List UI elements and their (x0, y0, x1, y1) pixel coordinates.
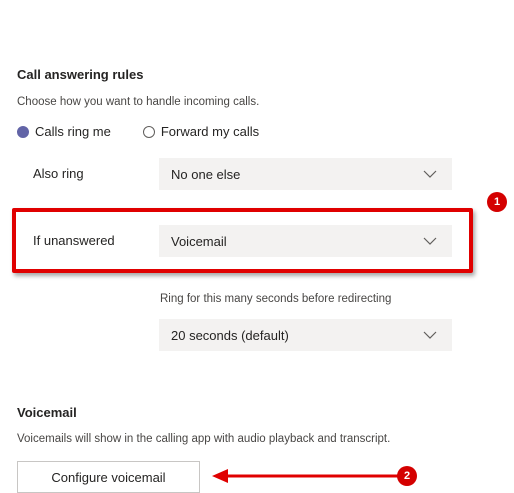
dropdown-value: Voicemail (171, 233, 227, 249)
also-ring-dropdown[interactable]: No one else (159, 158, 452, 190)
radio-checked-icon (17, 125, 29, 138)
dropdown-value: No one else (171, 166, 241, 182)
arrow-left-icon (212, 469, 398, 483)
call-answering-description: Choose how you want to handle incoming c… (17, 96, 260, 108)
radio-label: Forward my calls (160, 124, 260, 139)
chevron-down-icon (422, 327, 438, 343)
voicemail-description: Voicemails will show in the calling app … (17, 433, 391, 445)
chevron-down-icon (422, 233, 438, 249)
if-unanswered-label: If unanswered (33, 233, 115, 248)
voicemail-title: Voicemail (17, 405, 77, 420)
call-routing-radio-group: Calls ring me Forward my calls (17, 124, 259, 139)
annotation-badge-2: 2 (397, 466, 417, 486)
if-unanswered-dropdown[interactable]: Voicemail (159, 225, 452, 257)
radio-label: Calls ring me (35, 124, 111, 139)
ring-seconds-dropdown[interactable]: 20 seconds (default) (159, 319, 452, 351)
also-ring-label: Also ring (33, 166, 84, 181)
ring-seconds-label: Ring for this many seconds before redire… (160, 293, 392, 305)
annotation-badge-1: 1 (487, 192, 507, 212)
radio-unchecked-icon (142, 125, 155, 138)
dropdown-value: 20 seconds (default) (171, 327, 289, 343)
configure-voicemail-button[interactable]: Configure voicemail (17, 461, 200, 493)
chevron-down-icon (422, 166, 438, 182)
radio-forward-my-calls[interactable]: Forward my calls (142, 124, 260, 139)
call-answering-title: Call answering rules (17, 67, 144, 82)
radio-calls-ring-me[interactable]: Calls ring me (17, 124, 111, 139)
